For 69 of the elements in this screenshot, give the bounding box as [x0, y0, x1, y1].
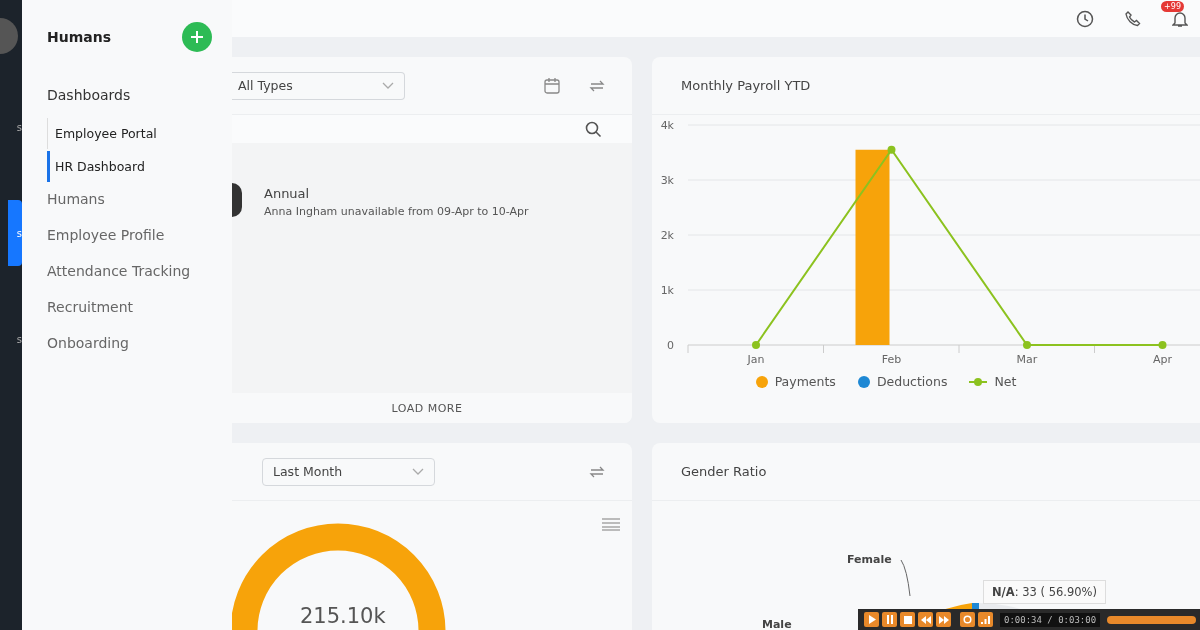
sidebar-item[interactable]: Recruitment: [47, 298, 212, 334]
legend-label[interactable]: Deductions: [876, 374, 948, 389]
total-value: 215.10k: [300, 604, 386, 628]
calendar-icon[interactable]: [543, 76, 561, 95]
fast-forward-icon: [938, 615, 949, 624]
signal-bars-icon: [981, 615, 990, 624]
axis-tick-label: Mar: [1016, 353, 1038, 366]
net-point: [1158, 341, 1167, 349]
chevron-down-icon: [382, 81, 394, 90]
sidebar-item[interactable]: Employee Profile: [47, 226, 212, 262]
axis-tick-label: Feb: [881, 353, 902, 366]
axis-tick-label: 4k: [660, 119, 674, 132]
rail-nav-item[interactable]: s: [8, 306, 22, 372]
chevron-down-icon: [412, 467, 424, 476]
rail-nav-item[interactable]: s: [8, 94, 22, 160]
volume-button[interactable]: [978, 612, 993, 627]
bell-icon[interactable]: [1172, 9, 1188, 28]
menu-icon[interactable]: [602, 517, 620, 531]
sidebar-title: Humans: [47, 29, 112, 45]
avatar-icon: [0, 18, 18, 54]
search-field[interactable]: [232, 115, 632, 143]
plus-icon: [190, 30, 204, 44]
net-point: [752, 341, 760, 349]
pause-button[interactable]: [882, 612, 897, 627]
leave-detail: Anna Ingham unavailable from 09-Apr to 10-Apr: [264, 205, 529, 218]
notification-count: +99: [1161, 0, 1184, 12]
axis-tick-label: Jan: [747, 353, 765, 366]
clock-icon[interactable]: [1076, 9, 1094, 28]
seek-bar[interactable]: [1107, 615, 1196, 624]
type-dropdown[interactable]: All Types: [232, 71, 405, 100]
play-button[interactable]: [864, 612, 879, 627]
load-more-button[interactable]: LOAD MORE: [387, 399, 467, 417]
phone-icon[interactable]: [1124, 9, 1142, 28]
stop-button[interactable]: [900, 612, 915, 627]
avatar-placeholder: [232, 183, 242, 217]
sidebar-subitem[interactable]: HR Dashboard: [47, 151, 212, 182]
playback-time: 0:00:34 / 0:03:00: [1000, 612, 1101, 627]
pause-icon: [885, 615, 894, 624]
rewind-button[interactable]: [918, 612, 933, 627]
period-dropdown[interactable]: Last Month: [262, 457, 435, 486]
stop-icon: [903, 615, 912, 624]
legend-label[interactable]: Net: [994, 374, 1017, 389]
play-icon: [867, 615, 876, 624]
sidebar-item[interactable]: Onboarding: [47, 334, 212, 370]
net-point: [1023, 341, 1031, 349]
rail-nav-item[interactable]: s: [8, 200, 22, 266]
repeat-button[interactable]: [960, 612, 975, 627]
card-title: Gender Ratio: [681, 464, 767, 479]
legend-label[interactable]: Payments: [774, 374, 836, 389]
fast-forward-button[interactable]: [936, 612, 951, 627]
chart-tooltip: N/A: 33 ( 56.90%): [983, 580, 1107, 604]
rewind-icon: [920, 615, 931, 624]
sidebar-item[interactable]: Attendance Tracking: [47, 262, 212, 298]
slice-label: Female: [847, 553, 892, 566]
leader-line: [900, 559, 912, 597]
sidebar-subitem[interactable]: Employee Portal: [47, 118, 212, 149]
axis-tick-label: 0: [667, 339, 674, 352]
sidebar-item[interactable]: Humans: [47, 190, 212, 226]
axis-tick-label: 1k: [660, 284, 674, 297]
slice-label: Male: [762, 618, 792, 630]
leave-type: Annual: [264, 186, 311, 201]
net-point: [887, 145, 896, 154]
axis-tick-label: Apr: [1153, 353, 1172, 366]
add-button[interactable]: [182, 22, 212, 52]
axis-tick-label: 2k: [660, 229, 674, 242]
axis-tick-label: 3k: [660, 174, 674, 187]
repeat-icon: [963, 615, 972, 624]
card-title: Monthly Payroll YTD: [681, 78, 811, 93]
search-icon[interactable]: [585, 120, 602, 138]
